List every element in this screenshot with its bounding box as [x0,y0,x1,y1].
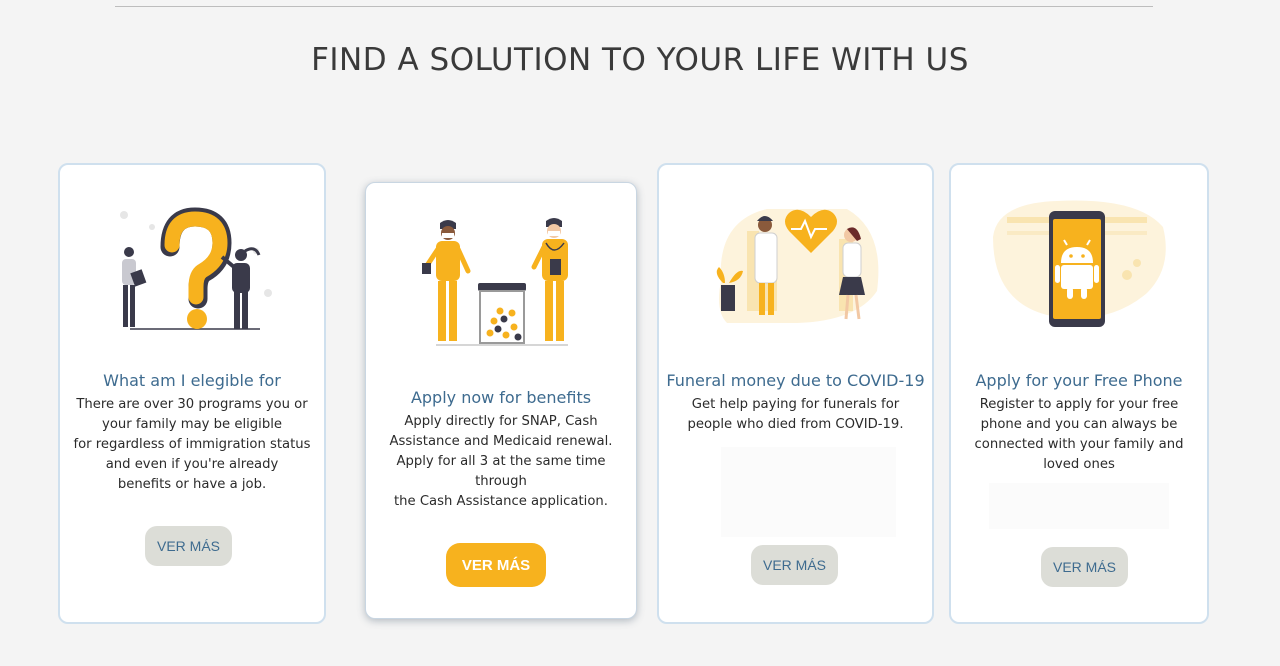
ver-mas-button[interactable]: VER MÁS [145,526,232,566]
card-title: Apply now for benefits [410,388,592,407]
card-eligibility: What am I elegible for There are over 30… [58,163,326,624]
card-description: There are over 30 programs you or your f… [73,397,311,492]
card-apply-benefits: Apply now for benefits Apply directly fo… [365,182,637,619]
android-phone-illustration [993,200,1166,327]
ver-mas-button[interactable]: VER MÁS [446,543,546,587]
card-title: What am I elegible for [103,371,281,390]
medical-staff-jar-illustration [422,218,568,346]
card-title: Apply for your Free Phone [975,371,1183,390]
ver-mas-button[interactable]: VER MÁS [1041,547,1128,587]
placeholder-area [721,447,896,537]
top-divider [115,6,1153,7]
placeholder-area [989,483,1169,529]
page-title: FIND A SOLUTION TO YOUR LIFE WITH US [311,42,969,78]
ver-mas-button[interactable]: VER MÁS [751,545,838,585]
question-mark-people-illustration [120,207,272,330]
card-description: Get help paying for funerals for people … [687,397,904,432]
card-title: Funeral money due to COVID-19 [666,371,925,390]
card-free-phone: Apply for your Free Phone Register to ap… [949,163,1209,624]
card-description: Register to apply for your free phone an… [974,397,1184,472]
doctors-heart-illustration [716,209,879,323]
card-funeral-money: Funeral money due to COVID-19 Get help p… [657,163,934,624]
card-description: Apply directly for SNAP, Cash Assistance… [389,414,613,509]
